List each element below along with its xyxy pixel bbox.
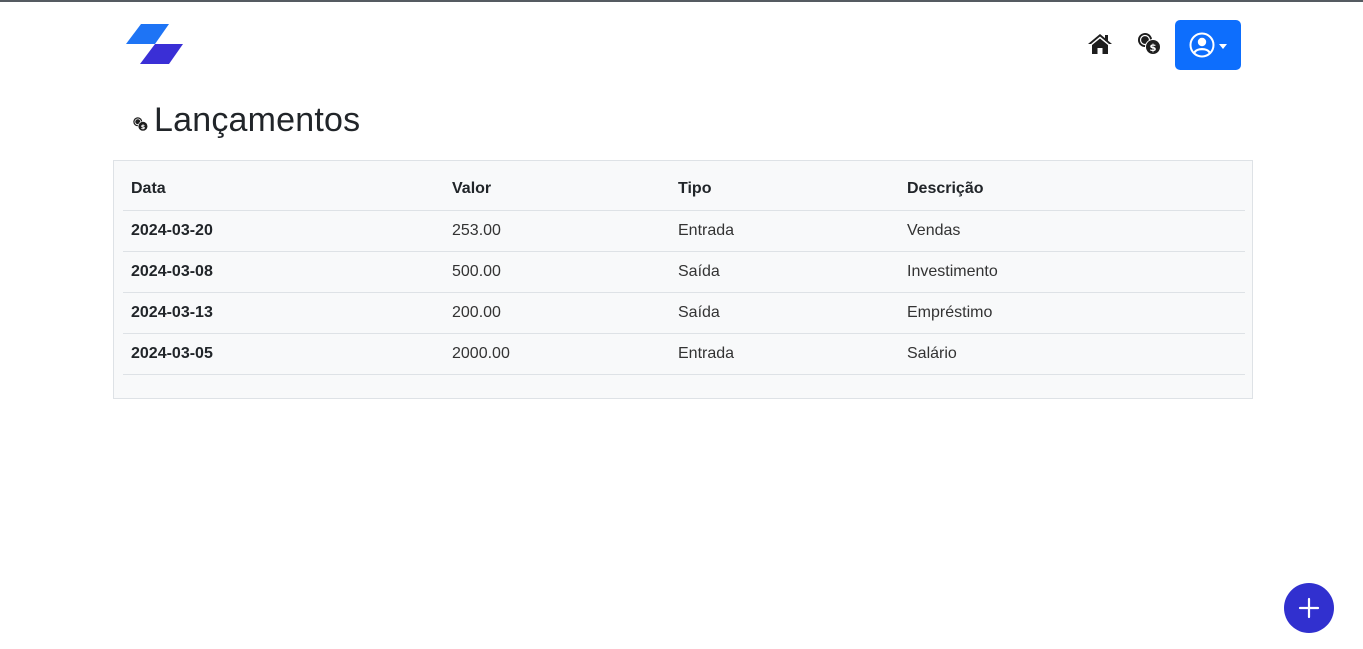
cell-data: 2024-03-05 [123, 333, 444, 375]
cell-valor: 253.00 [444, 210, 670, 252]
cell-descricao: Investimento [899, 251, 1245, 293]
user-menu-button[interactable] [1175, 20, 1241, 70]
cell-data: 2024-03-13 [123, 292, 444, 334]
cell-data: 2024-03-20 [123, 210, 444, 252]
chevron-down-icon [1219, 44, 1227, 49]
coins-icon[interactable]: $ [1136, 31, 1164, 59]
column-header-valor: Valor [444, 169, 670, 211]
cell-descricao: Vendas [899, 210, 1245, 252]
table-row[interactable]: 2024-03-08 500.00 Saída Investimento [123, 251, 1245, 293]
page-header: $ Lançamentos [132, 100, 360, 140]
plus-icon [1298, 597, 1320, 619]
svg-text:$: $ [141, 123, 146, 131]
brand-logo-icon[interactable] [125, 24, 185, 66]
svg-text:$: $ [1150, 43, 1157, 54]
cell-tipo: Entrada [670, 210, 899, 252]
cell-descricao: Empréstimo [899, 292, 1245, 334]
transactions-card: Data Valor Tipo Descrição 2024-03-20 253… [113, 160, 1253, 399]
cell-tipo: Saída [670, 292, 899, 334]
top-border [0, 0, 1363, 2]
table-header-row: Data Valor Tipo Descrição [123, 169, 1245, 211]
column-header-descricao: Descrição [899, 169, 1245, 211]
transactions-table: Data Valor Tipo Descrição 2024-03-20 253… [123, 169, 1245, 375]
coins-icon: $ [133, 117, 149, 132]
home-icon[interactable] [1087, 31, 1113, 57]
column-header-data: Data [123, 169, 444, 211]
cell-tipo: Entrada [670, 333, 899, 375]
cell-valor: 200.00 [444, 292, 670, 334]
cell-valor: 2000.00 [444, 333, 670, 375]
column-header-tipo: Tipo [670, 169, 899, 211]
cell-valor: 500.00 [444, 251, 670, 293]
add-transaction-button[interactable] [1284, 583, 1334, 633]
cell-data: 2024-03-08 [123, 251, 444, 293]
user-circle-icon [1189, 32, 1215, 58]
table-row[interactable]: 2024-03-13 200.00 Saída Empréstimo [123, 292, 1245, 334]
cell-tipo: Saída [670, 251, 899, 293]
table-row[interactable]: 2024-03-20 253.00 Entrada Vendas [123, 210, 1245, 252]
cell-descricao: Salário [899, 333, 1245, 375]
page-title: Lançamentos [154, 100, 361, 139]
table-row[interactable]: 2024-03-05 2000.00 Entrada Salário [123, 333, 1245, 375]
